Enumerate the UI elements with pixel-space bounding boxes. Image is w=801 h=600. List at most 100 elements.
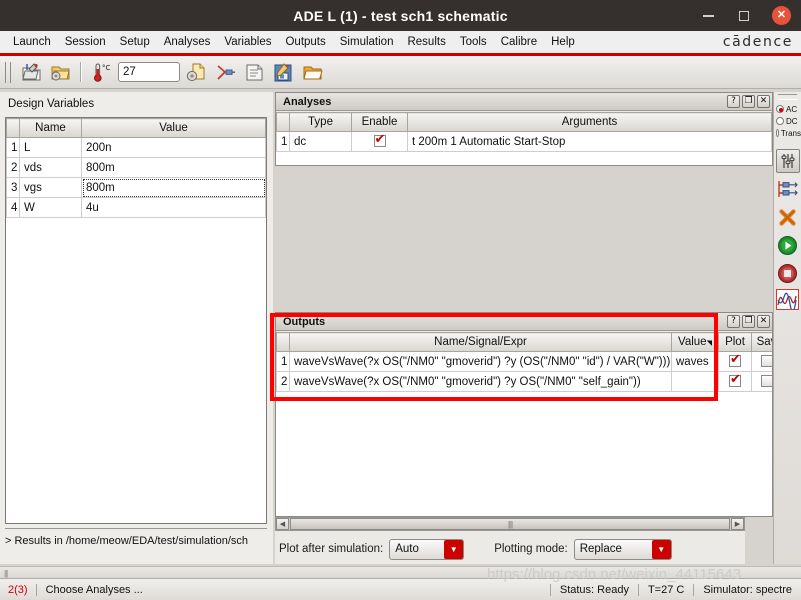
menu-item-simulation[interactable]: Simulation [333,34,401,50]
chevron-down-icon[interactable]: ▼ [651,539,671,559]
scroll-left-arrow-icon[interactable]: ◀ [276,518,289,530]
open-session-icon[interactable] [19,60,44,85]
design-variables-table[interactable]: Name Value 1 L 200n 2 vds 800m 3 vgs 800… [5,117,267,524]
scrollbar-thumb[interactable]: |||| [290,518,730,530]
radio-trans-icon[interactable] [776,129,779,137]
save-checkbox[interactable] [760,355,772,368]
dv-column-value[interactable]: Value [81,118,266,138]
table-row[interactable]: 1 dc t 200m 1 Automatic Start-Stop [276,131,772,152]
horizontal-scrollbar[interactable]: ◀ |||| ▶ [275,517,745,531]
run-simulation-icon[interactable] [776,233,800,257]
menu-item-variables[interactable]: Variables [217,34,278,50]
dv-value-cell-selected[interactable]: 800m [81,177,266,198]
dv-name-cell[interactable]: W [19,197,82,218]
plot-waveform-icon[interactable] [776,289,799,310]
sort-arrow-icon: ◥ [706,340,712,347]
dv-column-name[interactable]: Name [19,118,82,138]
save-session-icon[interactable] [48,60,73,85]
restore-icon[interactable]: ❐ [742,315,755,328]
setup-simulation-icon[interactable] [184,60,209,85]
menu-item-setup[interactable]: Setup [113,34,157,50]
netlist-and-run-icon[interactable] [776,177,800,201]
open-folder-icon[interactable] [300,60,325,85]
menu-item-results[interactable]: Results [400,34,452,50]
menu-item-help[interactable]: Help [544,34,582,50]
maximize-button[interactable] [736,8,752,24]
results-path-line: > Results in /home/meow/EDA/test/simulat… [5,528,267,554]
out-column-value[interactable]: Value◥ [671,332,719,352]
table-row[interactable]: 3 vgs 800m [6,177,266,198]
scroll-right-arrow-icon[interactable]: ▶ [731,518,744,530]
close-button[interactable]: ✕ [772,6,791,25]
status-state: Status: Ready [549,583,638,596]
plot-checkbox[interactable] [729,373,741,388]
an-arguments-cell[interactable]: t 200m 1 Automatic Start-Stop [407,131,772,152]
an-column-enable[interactable]: Enable [351,112,408,132]
close-icon[interactable]: ✕ [757,315,770,328]
outputs-table[interactable]: Name/Signal/Expr Value◥ Plot Sav 1 waveV… [276,332,772,516]
dv-value-cell[interactable]: 200n [81,137,266,158]
restore-icon[interactable]: ❐ [742,95,755,108]
an-column-type[interactable]: Type [289,112,352,132]
help-icon[interactable]: ? [727,95,740,108]
dv-value-cell[interactable]: 4u [81,197,266,218]
out-plot-cell[interactable] [718,351,752,372]
chevron-down-icon[interactable]: ▼ [444,539,464,559]
radio-dc-icon[interactable] [776,117,784,125]
plot-checkbox[interactable] [729,353,741,368]
toolbar-grip[interactable] [5,61,11,83]
resize-grip-strip[interactable]: ||| [0,566,801,578]
out-column-expr[interactable]: Name/Signal/Expr [289,332,672,352]
menu-item-tools[interactable]: Tools [453,34,494,50]
simulation-settings-icon[interactable] [775,149,800,173]
table-row[interactable]: 2 waveVsWave(?x OS("/NM0" "gmoverid") ?y… [276,371,772,392]
rail-grip[interactable] [778,94,797,100]
stop-simulation-icon[interactable] [776,261,800,285]
analyses-table[interactable]: Type Enable Arguments 1 dc t 200m 1 Auto… [276,112,772,165]
temperature-icon: °C [89,60,114,85]
out-save-cell[interactable] [751,351,772,372]
analysis-mode-trans[interactable]: Trans [774,127,801,139]
plot-after-simulation-value: Auto [395,543,419,555]
table-row[interactable]: 1 waveVsWave(?x OS("/NM0" "gmoverid") ?y… [276,351,772,372]
an-type-cell[interactable]: dc [289,131,352,152]
save-checkbox[interactable] [760,375,772,388]
analyses-panel-title: Analyses [283,95,332,108]
table-row[interactable]: 1 L 200n [6,137,266,158]
out-column-plot[interactable]: Plot [718,332,752,352]
menu-item-session[interactable]: Session [58,34,113,50]
edit-save-icon[interactable] [271,60,296,85]
dv-name-cell[interactable]: vds [19,157,82,178]
enable-checkbox[interactable] [373,133,386,148]
netlist-icon[interactable] [213,60,238,85]
temperature-input[interactable] [118,62,180,82]
minimize-button[interactable] [700,8,716,24]
out-expr-cell[interactable]: waveVsWave(?x OS("/NM0" "gmoverid") ?y (… [289,351,672,372]
out-save-cell[interactable] [751,371,772,392]
close-icon[interactable]: ✕ [757,95,770,108]
out-expr-cell[interactable]: waveVsWave(?x OS("/NM0" "gmoverid") ?y O… [289,371,672,392]
menu-item-analyses[interactable]: Analyses [157,34,218,50]
out-column-save[interactable]: Sav [751,332,772,352]
delete-icon[interactable] [776,205,800,229]
an-column-arguments[interactable]: Arguments [407,112,772,132]
help-icon[interactable]: ? [727,315,740,328]
menu-item-outputs[interactable]: Outputs [278,34,332,50]
out-plot-cell[interactable] [718,371,752,392]
analysis-mode-dc[interactable]: DC [774,115,801,127]
results-icon[interactable] [242,60,267,85]
dv-name-cell[interactable]: L [19,137,82,158]
toolbar-separator [80,62,82,82]
dv-name-cell[interactable]: vgs [19,177,82,198]
radio-ac-icon[interactable] [776,105,784,113]
an-enable-cell[interactable] [351,131,408,152]
plot-after-simulation-dropdown[interactable]: Auto ▼ [389,538,465,560]
table-row[interactable]: 4 W 4u [6,197,266,218]
dv-value-cell[interactable]: 800m [81,157,266,178]
menu-item-launch[interactable]: Launch [6,34,58,50]
plotting-mode-dropdown[interactable]: Replace ▼ [573,538,672,560]
table-row[interactable]: 2 vds 800m [6,157,266,178]
analysis-mode-ac[interactable]: AC [774,103,801,115]
dv-row-number: 3 [6,177,20,198]
menu-item-calibre[interactable]: Calibre [494,34,544,50]
